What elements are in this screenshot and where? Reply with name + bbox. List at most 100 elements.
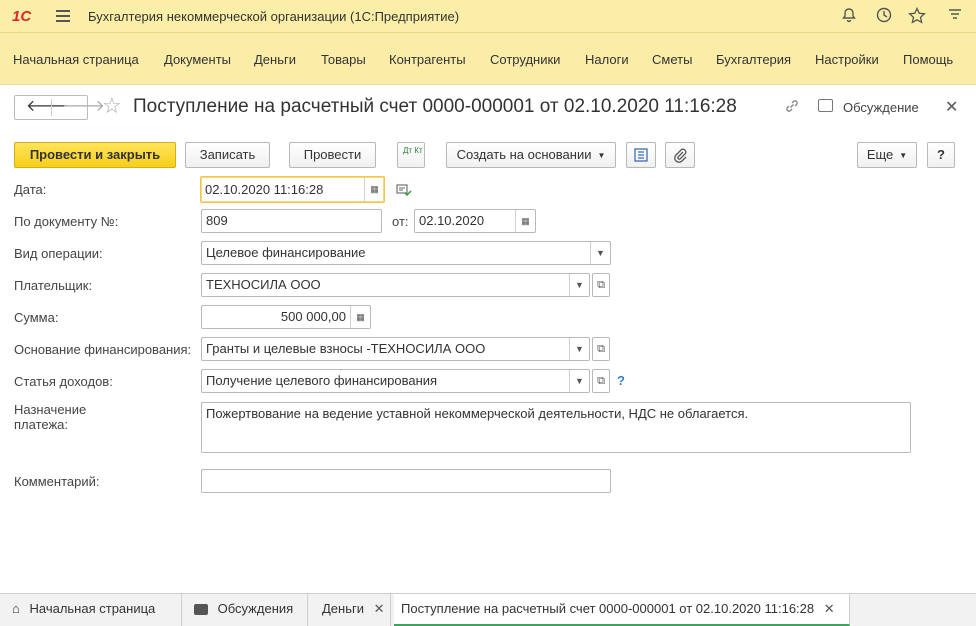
bell-icon[interactable] — [840, 7, 858, 25]
income-item-field[interactable]: Получение целевого финансирования ▼ — [201, 369, 590, 393]
open-icon[interactable]: ⧉ — [592, 337, 610, 361]
menu-item-accounting[interactable]: Бухгалтерия — [716, 52, 791, 67]
income-item-label: Статья доходов: — [14, 374, 113, 389]
menu-item-taxes[interactable]: Налоги — [585, 52, 629, 67]
menu-item-estimates[interactable]: Сметы — [652, 52, 692, 67]
menu-item-employees[interactable]: Сотрудники — [490, 52, 560, 67]
create-based-on-button[interactable]: Создать на основании ▼ — [446, 142, 616, 168]
doc-number-field[interactable]: 809 — [201, 209, 382, 233]
purpose-value: Пожертвование на ведение уставной некомм… — [206, 406, 749, 421]
open-icon[interactable]: ⧉ — [592, 273, 610, 297]
post-and-close-button[interactable]: Провести и закрыть — [14, 142, 176, 168]
close-icon[interactable]: ✕ — [374, 601, 385, 616]
discussion-button[interactable]: Обсуждение — [843, 100, 919, 115]
menu-item-counterparties[interactable]: Контрагенты — [389, 52, 466, 67]
link-icon[interactable] — [784, 98, 800, 118]
favorite-star-icon[interactable]: ☆ — [102, 94, 122, 118]
history-check-icon[interactable] — [396, 183, 412, 200]
close-icon[interactable]: ✕ — [945, 97, 958, 117]
post-button[interactable]: Провести — [289, 142, 376, 168]
dropdown-icon[interactable]: ▼ — [569, 274, 589, 296]
chevron-down-icon: ▼ — [899, 150, 908, 160]
tab-discussions[interactable]: Обсуждения — [182, 594, 308, 626]
date-field[interactable]: 02.10.2020 11:16:28 ▦ — [200, 176, 385, 203]
purpose-label-line2: платежа: — [14, 417, 68, 432]
date-label: Дата: — [14, 182, 47, 197]
chat-icon — [194, 604, 208, 616]
comment-label: Комментарий: — [14, 474, 100, 489]
sum-value: 500 000,00 — [280, 309, 346, 324]
star-icon[interactable] — [908, 6, 926, 25]
attachment-button[interactable] — [665, 142, 695, 168]
more-button[interactable]: Еще ▼ — [857, 142, 917, 168]
menu-item-settings[interactable]: Настройки — [815, 52, 879, 67]
dt-kt-button[interactable]: Дт Кт — [397, 142, 425, 168]
calculator-icon[interactable]: ▦ — [350, 306, 370, 328]
doc-number-value: 809 — [206, 213, 228, 228]
date-value: 02.10.2020 11:16:28 — [205, 182, 324, 197]
sum-field[interactable]: 500 000,00 ▦ — [201, 305, 371, 329]
more-label: Еще — [866, 147, 894, 162]
dt-kt-label: Дт Кт — [403, 146, 423, 155]
calendar-icon[interactable]: ▦ — [364, 177, 384, 202]
operation-select[interactable]: Целевое финансирование ▼ — [201, 241, 611, 265]
payer-label: Плательщик: — [14, 278, 93, 293]
attachment-icon — [674, 148, 687, 163]
from-date-value: 02.10.2020 — [419, 213, 485, 228]
tab-discussions-label: Обсуждения — [217, 601, 294, 616]
menu-item-money[interactable]: Деньги — [254, 52, 296, 67]
dropdown-icon[interactable]: ▼ — [569, 370, 589, 392]
tab-current-document-label: Поступление на расчетный счет 0000-00000… — [401, 601, 815, 616]
menu-item-goods[interactable]: Товары — [321, 52, 366, 67]
from-date-field[interactable]: 02.10.2020 ▦ — [414, 209, 536, 233]
tab-home[interactable]: ⌂ Начальная страница — [0, 594, 182, 626]
save-button[interactable]: Записать — [185, 142, 270, 168]
structure-icon — [634, 148, 648, 162]
dropdown-icon[interactable]: ▼ — [569, 338, 589, 360]
menu-item-home[interactable]: Начальная страница — [13, 52, 139, 67]
open-icon[interactable]: ⧉ — [592, 369, 610, 393]
funding-basis-field[interactable]: Гранты и целевые взносы -ТЕХНОСИЛА ООО ▼ — [201, 337, 590, 361]
funding-basis-label: Основание финансирования: — [14, 342, 192, 357]
operation-value: Целевое финансирование — [206, 245, 366, 260]
from-date-label: от: — [392, 214, 409, 229]
structure-button[interactable] — [626, 142, 656, 168]
nav-buttons: 🡐 🡒 — [14, 95, 105, 120]
purpose-textarea[interactable]: Пожертвование на ведение уставной некомм… — [201, 402, 911, 453]
open-windows-bar: ⌂ Начальная страница Обсуждения Деньги ✕… — [0, 593, 976, 626]
home-icon: ⌂ — [12, 601, 20, 616]
tab-money[interactable]: Деньги ✕ — [308, 594, 391, 626]
help-label: ? — [937, 147, 945, 162]
menu-item-help[interactable]: Помощь — [903, 52, 953, 67]
help-button[interactable]: ? — [927, 142, 955, 168]
save-label: Записать — [199, 147, 256, 162]
comment-field[interactable] — [201, 469, 611, 493]
main-menu: Начальная страница Документы Деньги Това… — [0, 33, 976, 85]
forward-arrow-icon[interactable]: 🡒 — [62, 98, 105, 116]
tab-money-label: Деньги — [322, 601, 364, 616]
purpose-label-line1: Назначение — [14, 402, 87, 417]
create-based-on-label: Создать на основании — [456, 147, 592, 162]
history-icon[interactable] — [875, 7, 893, 25]
menu-item-documents[interactable]: Документы — [164, 52, 231, 67]
app-titlebar: 1С Бухгалтерия некоммерческой организаци… — [0, 0, 976, 33]
income-item-value: Получение целевого финансирования — [206, 373, 438, 388]
doc-number-label: По документу №: — [14, 214, 119, 229]
menu-icon[interactable] — [56, 10, 70, 22]
settings-icon[interactable] — [946, 7, 964, 25]
tab-home-label: Начальная страница — [29, 601, 156, 616]
operation-label: Вид операции: — [14, 246, 103, 261]
app-title: Бухгалтерия некоммерческой организации (… — [88, 9, 460, 24]
discussion-icon[interactable] — [818, 99, 833, 112]
post-label: Провести — [303, 147, 362, 162]
document-title: Поступление на расчетный счет 0000-00000… — [133, 96, 737, 117]
calendar-icon[interactable]: ▦ — [515, 210, 535, 232]
post-and-close-label: Провести и закрыть — [29, 147, 161, 162]
app-logo: 1С — [12, 8, 32, 25]
payer-field[interactable]: ТЕХНОСИЛА ООО ▼ — [201, 273, 590, 297]
dropdown-icon[interactable]: ▼ — [590, 242, 610, 264]
close-icon[interactable]: ✕ — [824, 601, 835, 616]
nav-separator — [51, 99, 52, 116]
tab-current-document[interactable]: Поступление на расчетный счет 0000-00000… — [394, 594, 850, 626]
income-help-icon[interactable]: ? — [617, 373, 625, 388]
